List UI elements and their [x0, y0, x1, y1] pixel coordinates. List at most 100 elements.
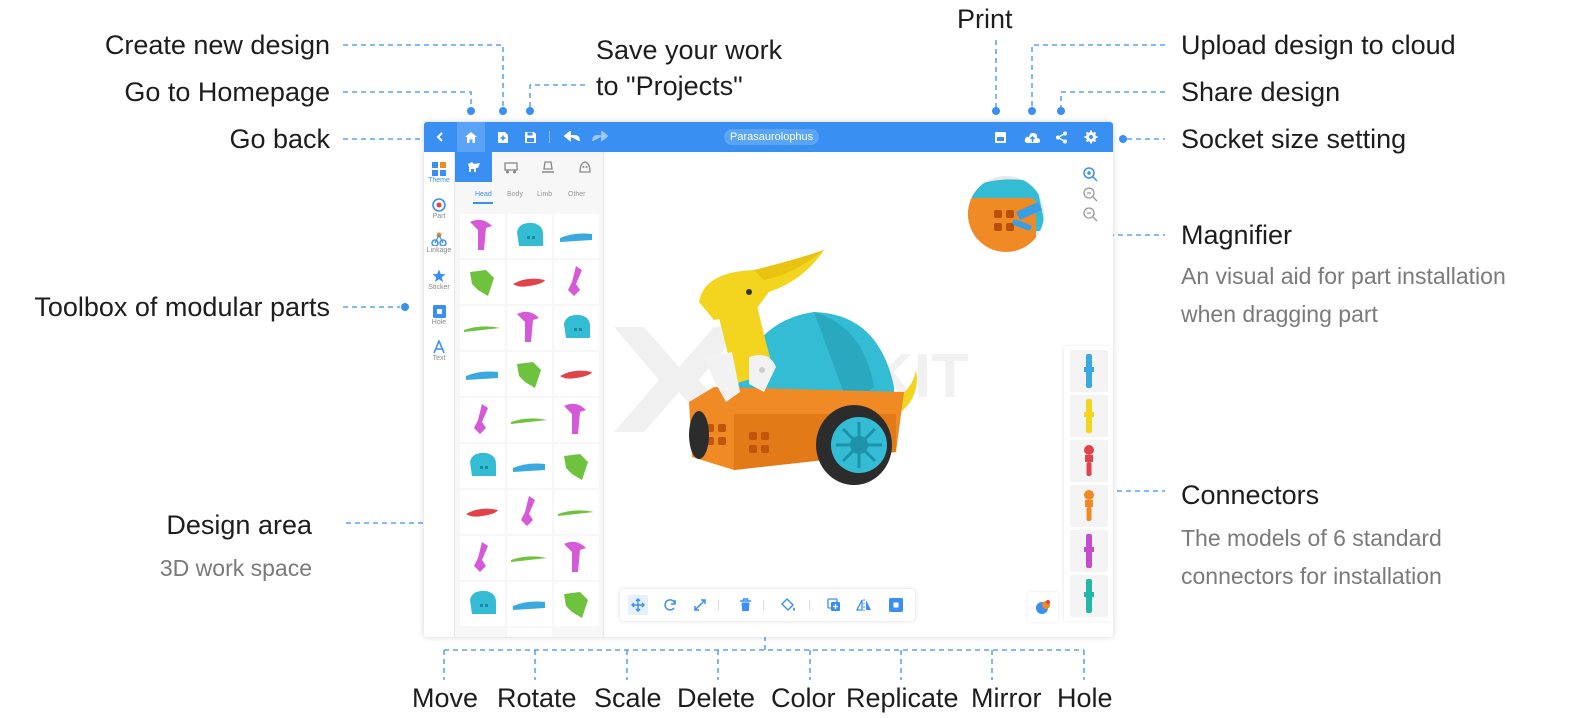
connector-blue[interactable] — [1070, 350, 1108, 392]
part-item-pink-arm[interactable] — [460, 536, 505, 580]
hole-tool[interactable] — [886, 595, 906, 615]
label-delete: Delete — [677, 683, 756, 713]
part-item-green-head[interactable] — [554, 582, 599, 626]
creature-icon — [578, 161, 591, 173]
mirror-tool[interactable] — [854, 595, 874, 615]
part-item-cyan-head[interactable] — [554, 306, 599, 350]
part-item-green-head[interactable] — [460, 260, 505, 304]
move-tool[interactable] — [628, 595, 648, 615]
connector-yellow[interactable] — [1070, 395, 1108, 437]
redo-icon — [592, 131, 608, 142]
connector-teal[interactable] — [1070, 575, 1108, 617]
part-item-pink-head[interactable] — [554, 536, 599, 580]
theme-icon — [432, 162, 446, 176]
part-item-pink-arm[interactable] — [507, 490, 552, 534]
part-item-partial[interactable] — [507, 628, 552, 637]
part-item-green-blade[interactable] — [507, 536, 552, 580]
sidebar-item-sticker[interactable]: Sticker — [424, 269, 454, 291]
part-item-blue-flat[interactable] — [507, 582, 552, 626]
parts-panel: Head Body Limb Other — [455, 152, 604, 637]
back-button[interactable] — [426, 122, 454, 152]
part-item-green-head[interactable] — [554, 444, 599, 488]
zoom-out-icon[interactable] — [1082, 206, 1098, 222]
part-item-blue-flat[interactable] — [460, 352, 505, 396]
category-tab-dinosaur[interactable] — [455, 152, 492, 182]
connector-purple[interactable] — [1070, 530, 1108, 572]
part-item-red-crest[interactable] — [460, 490, 505, 534]
sidebar-item-text[interactable]: Text — [424, 340, 454, 362]
part-item-blue-flat[interactable] — [554, 214, 599, 258]
redo-button[interactable] — [586, 122, 614, 152]
sidebar-label-part: Part — [432, 213, 446, 220]
part-item-cyan-head[interactable] — [460, 444, 505, 488]
socket-size-button[interactable] — [1077, 122, 1105, 152]
label-hole: Hole — [1057, 683, 1113, 713]
label-design-area: Design area — [166, 510, 312, 540]
share-button[interactable] — [1047, 122, 1075, 152]
label-connectors-desc-1: The models of 6 standard — [1181, 525, 1442, 551]
label-go-back: Go back — [229, 124, 330, 154]
color-tool[interactable] — [778, 595, 798, 615]
subtab-other[interactable]: Other — [568, 191, 586, 198]
category-tab-creature[interactable] — [566, 152, 603, 182]
magnifier — [967, 175, 1045, 253]
duplicate-icon — [827, 598, 840, 611]
upload-button[interactable] — [1018, 122, 1046, 152]
connector-orange[interactable] — [1070, 485, 1108, 527]
sidebar-label-hole: Hole — [431, 319, 447, 326]
sidebar-item-linkage[interactable]: Linkage — [424, 232, 454, 254]
category-tab-vehicle[interactable] — [492, 152, 529, 182]
subtab-limb[interactable]: Limb — [537, 191, 552, 198]
part-item-pink-head[interactable] — [507, 306, 552, 350]
part-item-pink-arm[interactable] — [554, 260, 599, 304]
part-item-green-head[interactable] — [507, 352, 552, 396]
gear-icon — [1084, 130, 1098, 144]
zoom-magnifier-icon[interactable] — [1082, 166, 1098, 182]
zoom-in-icon[interactable] — [1082, 186, 1098, 202]
subtab-body[interactable]: Body — [507, 191, 523, 198]
back-icon — [436, 132, 443, 142]
share-icon — [1055, 131, 1067, 143]
part-item-red-crest[interactable] — [507, 260, 552, 304]
part-item-green-blade[interactable] — [554, 490, 599, 534]
label-magnifier: Magnifier — [1181, 220, 1293, 250]
sidebar-item-theme[interactable]: Theme — [424, 162, 454, 184]
hole-icon — [432, 305, 446, 318]
subtab-underline — [473, 202, 493, 204]
part-item-pink-head[interactable] — [554, 398, 599, 442]
sidebar-label-sticker: Sticker — [428, 284, 450, 291]
label-magnifier-desc-2: when dragging part — [1181, 301, 1378, 327]
part-item-pink-arm[interactable] — [460, 398, 505, 442]
vehicle-icon — [503, 162, 518, 174]
scale-tool[interactable] — [690, 595, 710, 615]
part-item-red-crest[interactable] — [554, 352, 599, 396]
rotate-tool[interactable] — [660, 595, 680, 615]
connector-toggle-button[interactable] — [1028, 592, 1058, 622]
sidebar-item-part[interactable]: Part — [424, 198, 454, 220]
delete-tool[interactable] — [735, 595, 755, 615]
sidebar-label-theme: Theme — [428, 177, 450, 184]
new-design-button[interactable] — [489, 122, 517, 152]
part-item-pink-head[interactable] — [460, 214, 505, 258]
robot-icon — [541, 161, 554, 173]
connector-red[interactable] — [1070, 440, 1108, 482]
part-item-green-blade[interactable] — [507, 398, 552, 442]
home-button[interactable] — [457, 122, 485, 152]
part-item-blue-flat[interactable] — [507, 444, 552, 488]
sidebar-label-linkage: Linkage — [426, 247, 452, 254]
subtab-head[interactable]: Head — [475, 191, 492, 198]
label-toolbox: Toolbox of modular parts — [34, 292, 330, 322]
category-tab-robot[interactable] — [529, 152, 566, 182]
replicate-tool[interactable] — [824, 595, 844, 615]
design-title[interactable]: Parasaurolophus — [724, 129, 820, 145]
part-item-cyan-head[interactable] — [460, 582, 505, 626]
new-file-icon — [498, 131, 508, 143]
print-button[interactable] — [986, 122, 1014, 152]
sidebar-item-hole[interactable]: Hole — [424, 305, 454, 326]
part-item-cyan-head[interactable] — [507, 214, 552, 258]
label-design-area-desc: 3D work space — [159, 555, 312, 581]
save-button[interactable] — [516, 122, 544, 152]
part-item-green-blade[interactable] — [460, 306, 505, 350]
design-area[interactable]: KIT — [604, 152, 1113, 637]
undo-button[interactable] — [558, 122, 586, 152]
